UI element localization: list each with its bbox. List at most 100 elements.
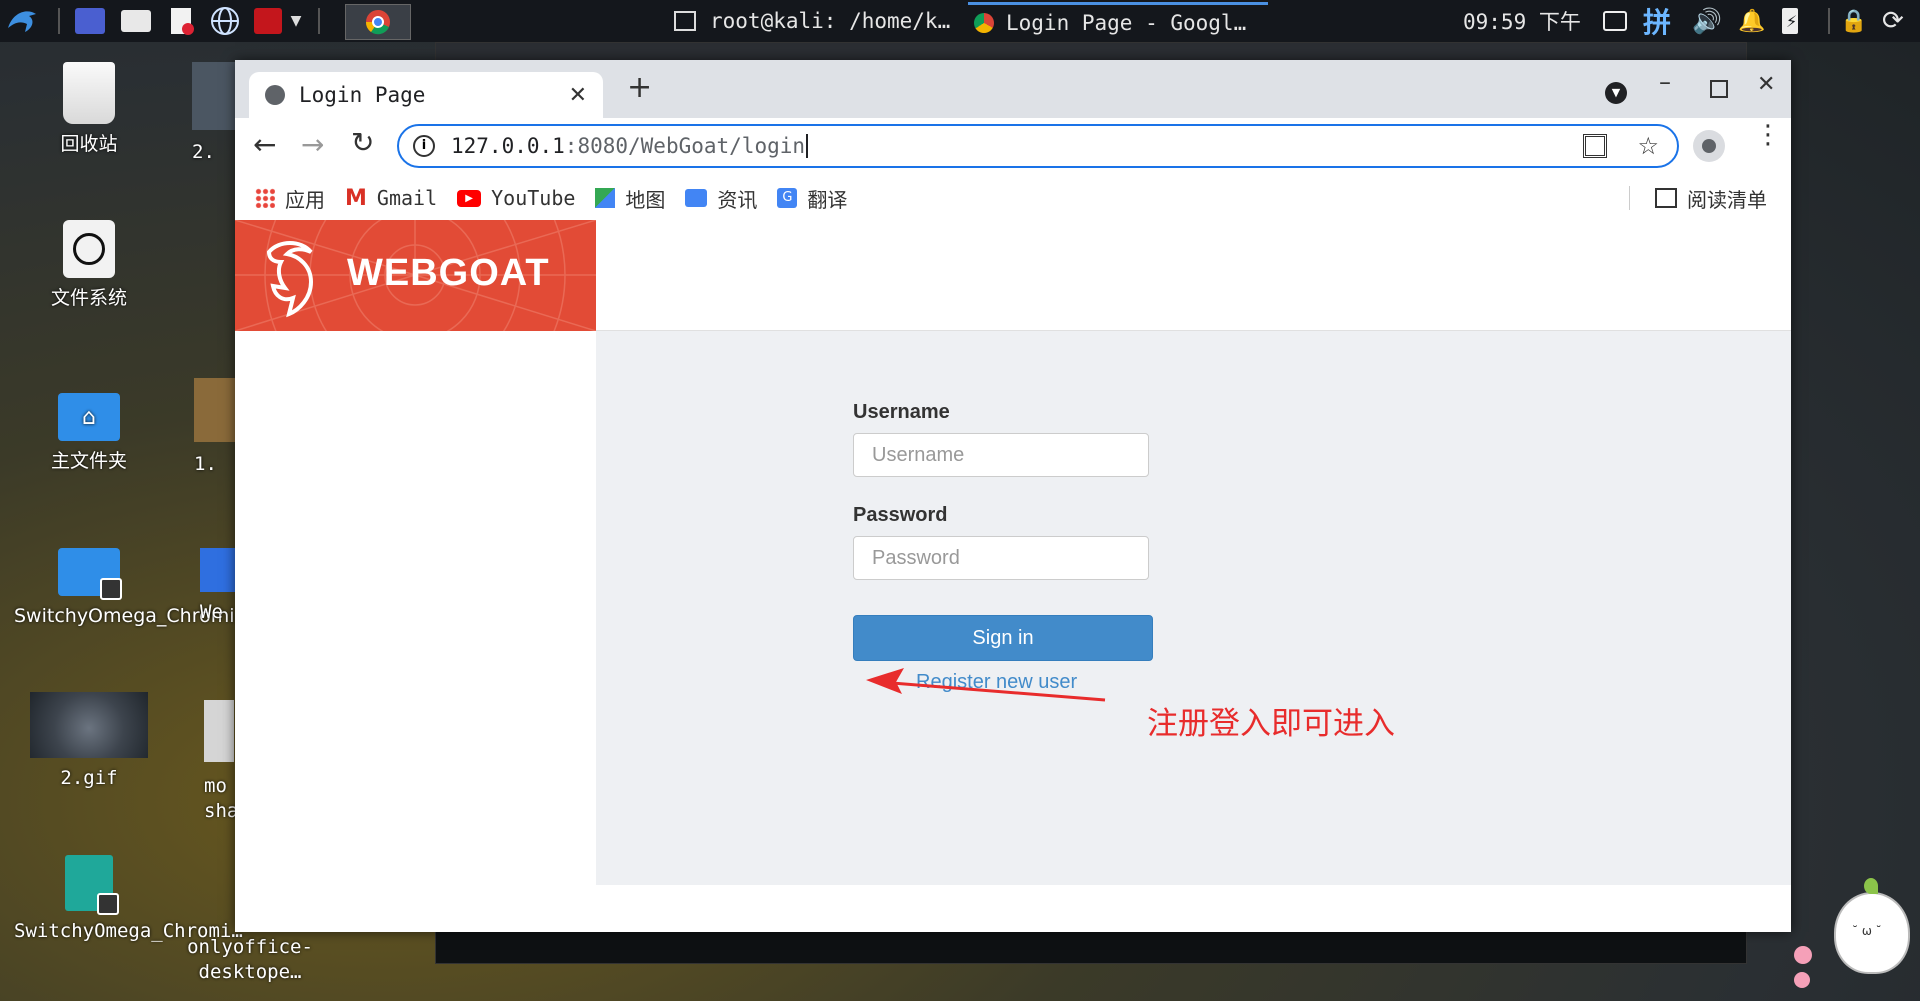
- bookmark-maps[interactable]: 地图: [595, 184, 665, 213]
- clock[interactable]: 09:59 下午: [1463, 0, 1581, 42]
- ime-text: 拼: [1643, 6, 1672, 39]
- reading-list-icon: [1655, 188, 1677, 208]
- taskbar-task-terminal[interactable]: root@kali: /home/k…: [656, 2, 966, 40]
- url-text: 127.0.0.1:8080/WebGoat/login: [451, 134, 809, 158]
- desktop-icon-switchyomega-folder[interactable]: SwitchyOmega_Chromi…: [14, 542, 254, 629]
- tab-title: Login Page: [299, 83, 426, 107]
- desktop-icon-label: 回收站: [60, 133, 118, 155]
- sign-in-button[interactable]: Sign in: [853, 615, 1153, 661]
- apps-grid-icon: [255, 188, 275, 208]
- drive-icon: [63, 220, 115, 278]
- back-button[interactable]: ←: [253, 128, 276, 161]
- mascot-bubble-icon: [1794, 946, 1812, 964]
- desktop-icon-label: 2.gif: [60, 767, 118, 789]
- desktop-icon-label: mo: [204, 775, 227, 797]
- bookmark-youtube[interactable]: ▶ YouTube: [457, 186, 575, 210]
- close-window-button[interactable]: ✕: [1757, 72, 1775, 97]
- desktop-icon-filesystem[interactable]: 文件系统: [14, 220, 164, 311]
- reading-list-button[interactable]: 阅读清单: [1655, 184, 1767, 213]
- forward-button[interactable]: →: [301, 128, 324, 161]
- bookmark-star-icon[interactable]: ☆: [1637, 132, 1659, 160]
- volume-icon[interactable]: 🔊: [1692, 0, 1722, 42]
- trash-icon: [63, 62, 115, 124]
- maximize-button[interactable]: [1710, 80, 1728, 98]
- bookmark-gmail[interactable]: M Gmail: [345, 186, 437, 211]
- home-folder-icon: ⌂: [58, 393, 120, 441]
- register-new-user-link[interactable]: Register new user: [916, 671, 1077, 694]
- url-host: 127.0.0.1: [451, 134, 565, 158]
- terminal-launcher-icon[interactable]: [252, 4, 284, 38]
- bookmark-news[interactable]: 资讯: [685, 184, 757, 213]
- webgoat-header-logo[interactable]: WEBGOAT: [235, 220, 596, 331]
- show-desktop-icon[interactable]: [72, 4, 108, 38]
- clock-text: 09:59 下午: [1463, 10, 1581, 34]
- password-label: Password: [853, 504, 948, 526]
- kali-menu-icon[interactable]: [4, 4, 40, 38]
- desktop-icon-label: 1.: [194, 453, 217, 475]
- qr-code-icon[interactable]: [1583, 134, 1607, 158]
- ime-indicator[interactable]: 拼: [1643, 0, 1671, 42]
- desktop-icon-label: We: [200, 601, 223, 623]
- notification-bell-icon[interactable]: 🔔: [1738, 0, 1765, 42]
- desktop-icon-label: 主文件夹: [50, 450, 127, 472]
- address-bar[interactable]: i 127.0.0.1:8080/WebGoat/login ☆: [397, 124, 1679, 168]
- username-label: Username: [853, 401, 950, 423]
- taskbar-task-label: root@kali: /home/k…: [710, 9, 951, 33]
- more-menu-icon[interactable]: ⋮: [1755, 122, 1781, 148]
- close-tab-icon[interactable]: ✕: [569, 83, 587, 108]
- news-icon: [685, 189, 708, 207]
- bookmark-label: 翻译: [807, 187, 848, 212]
- annotation-text: 注册登入即可进入: [1147, 706, 1395, 742]
- taskbar-task-label: Login Page - Googl…: [1006, 10, 1247, 35]
- screen-icon[interactable]: [1603, 0, 1627, 42]
- desktop-icon-2gif[interactable]: 2.gif: [14, 692, 164, 791]
- minimize-button[interactable]: –: [1659, 68, 1671, 96]
- desktop-icon-trash[interactable]: 回收站: [14, 62, 164, 157]
- bookmark-translate[interactable]: G 翻译: [777, 184, 847, 213]
- browser-window: Login Page ✕ + ▼ – ✕ ← → ↻ i 127.0.0.1:8…: [235, 60, 1791, 932]
- profile-avatar-icon[interactable]: [1693, 130, 1725, 162]
- url-path: :8080/WebGoat/login: [564, 134, 806, 158]
- tab-strip: Login Page ✕ + ▼ – ✕: [235, 60, 1791, 118]
- chrome-icon: [974, 12, 994, 33]
- goat-logo-icon: [266, 241, 314, 318]
- password-input[interactable]: [853, 536, 1149, 580]
- bookmark-label: 应用: [285, 187, 325, 212]
- desktop-icon-partial[interactable]: We: [200, 548, 236, 625]
- reload-button[interactable]: ↻: [351, 126, 374, 159]
- desktop-icon-label: onlyoffice-desktope…: [187, 936, 313, 983]
- bookmark-label: Gmail: [376, 186, 438, 210]
- locked-folder-icon: [58, 548, 122, 600]
- mascot-sticker: ˘ ω ˘: [1826, 876, 1910, 986]
- new-tab-button[interactable]: +: [627, 70, 652, 105]
- archive-file-icon: [65, 855, 119, 915]
- chevron-down-icon[interactable]: ▼: [286, 4, 306, 38]
- tab-search-icon[interactable]: ▼: [1605, 82, 1627, 104]
- header-bar: [596, 220, 1791, 331]
- battery-charging-icon[interactable]: ⚡: [1782, 0, 1798, 42]
- site-info-icon[interactable]: i: [413, 135, 435, 157]
- chrome-launcher-icon[interactable]: [345, 4, 411, 40]
- desktop-icon-partial[interactable]: 1.: [194, 378, 236, 477]
- text-editor-icon[interactable]: [166, 4, 198, 38]
- webgoat-brand-text: WEBGOAT: [347, 252, 550, 294]
- desktop-icon-switchyomega-archive[interactable]: SwitchyOmega_Chromi…: [14, 855, 243, 944]
- lock-screen-icon[interactable]: 🔒: [1840, 0, 1867, 42]
- taskbar-task-chrome[interactable]: Login Page - Googl…: [968, 2, 1268, 40]
- browser-toolbar: ← → ↻ i 127.0.0.1:8080/WebGoat/login ☆ ⋮: [235, 118, 1791, 176]
- desktop-icon-partial[interactable]: 2.: [192, 62, 236, 165]
- maps-icon: [595, 188, 616, 208]
- logout-icon[interactable]: ⟳: [1882, 0, 1904, 42]
- gmail-icon: M: [345, 185, 367, 211]
- bookmark-apps[interactable]: 应用: [255, 184, 325, 213]
- desktop-icon-onlyoffice[interactable]: onlyoffice-desktope…: [170, 935, 330, 985]
- username-input[interactable]: [853, 433, 1149, 477]
- page-content: WEBGOAT Username Password Sign in Regist…: [235, 220, 1791, 932]
- web-browser-icon[interactable]: [208, 4, 242, 38]
- desktop-icon-home[interactable]: ⌂ 主文件夹: [14, 385, 164, 474]
- file-manager-icon[interactable]: [118, 4, 154, 38]
- desktop-icon-label: 2.: [192, 141, 215, 163]
- desktop-icon-partial[interactable]: mo shar: [204, 700, 250, 824]
- taskbar: ▼ root@kali: /home/k… Login Page - Googl…: [0, 0, 1920, 42]
- tab-login-page[interactable]: Login Page ✕: [249, 72, 603, 118]
